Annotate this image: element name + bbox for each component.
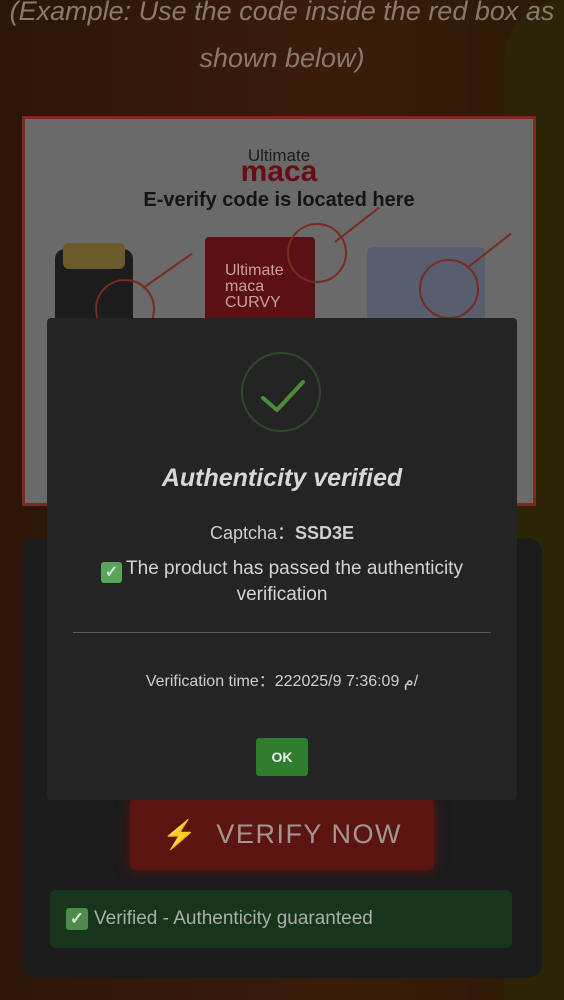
verify-now-label: VERIFY NOW [216, 818, 402, 849]
dialog-title: Authenticity verified [161, 464, 403, 492]
checkmark-svg [261, 380, 305, 412]
callout-line [334, 206, 380, 243]
callout-line [142, 252, 193, 289]
jar-lid [63, 243, 125, 269]
example-instruction: (Example: Use the code inside the red bo… [9, 0, 555, 73]
captcha-label: Captcha： [209, 523, 295, 543]
captcha-code: SSD3E [295, 523, 355, 543]
passed-message: The product has passed the authenticity … [126, 558, 463, 605]
lightning-bolt-icon: ⚡ [162, 818, 199, 850]
verified-status-bar: ✓ Verified - Authenticity guaranteed [50, 890, 512, 948]
check-box-icon: ✓ [66, 908, 88, 930]
passed-message-line: ✓ The product has passed the authenticity… [87, 557, 477, 606]
verified-status-text: Verified - Authenticity guaranteed [94, 908, 373, 929]
code-callout-circle [419, 259, 479, 319]
time-label: Verification time： [145, 673, 275, 690]
verify-now-button[interactable]: ⚡ VERIFY NOW [130, 798, 434, 870]
pouch-label: Ultimate maca CURVY [225, 262, 284, 311]
code-callout-circle [287, 223, 347, 283]
brand-logo-main: maca [240, 155, 318, 188]
check-box-icon: ✓ [101, 562, 123, 583]
divider [73, 632, 491, 633]
everify-heading: E-verify code is located here [143, 189, 415, 211]
verification-time-line: Verification time：22م 7:36:09 2025/9/ [47, 667, 517, 691]
ok-button[interactable]: OK [256, 738, 308, 776]
verification-dialog: Authenticity verified Captcha：SSD3E ✓ The… [47, 318, 517, 800]
time-value: 22م 7:36:09 2025/9/ [274, 673, 419, 690]
captcha-line: Captcha：SSD3E [47, 519, 517, 545]
checkmark-icon [241, 352, 321, 432]
